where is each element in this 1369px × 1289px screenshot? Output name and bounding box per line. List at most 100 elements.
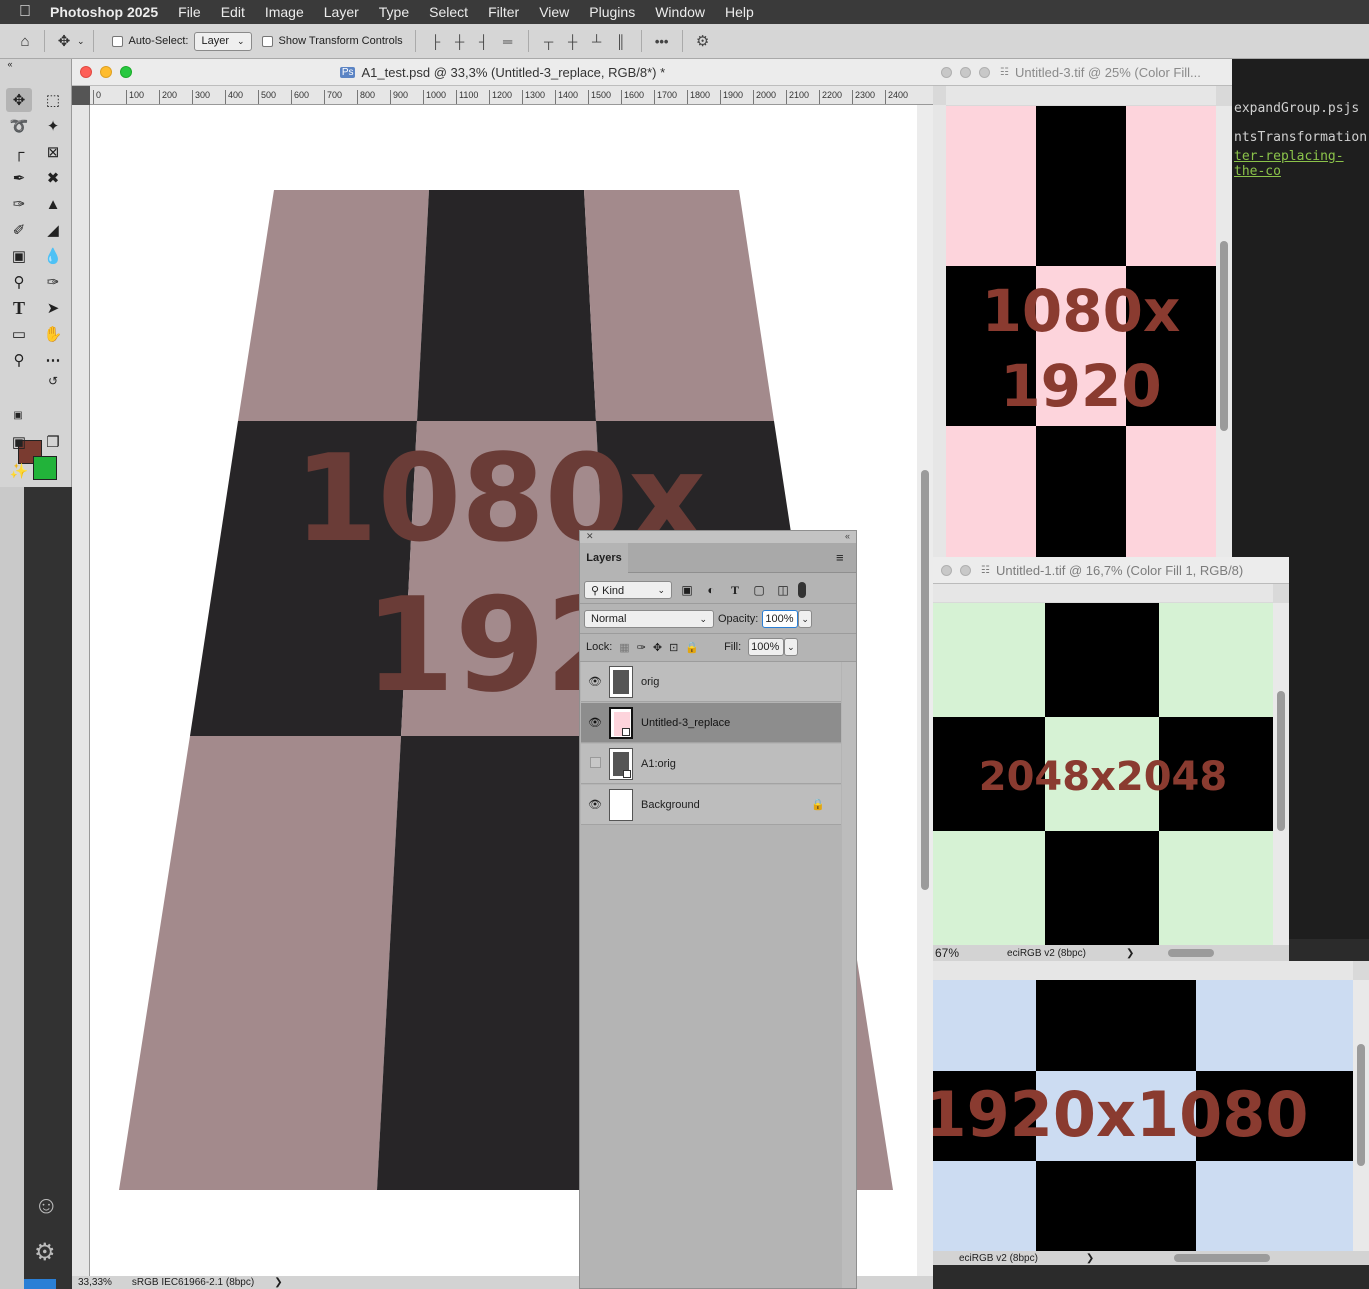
document-canvas[interactable]: 2048x2048 [933, 603, 1273, 945]
menu-app-name[interactable]: Photoshop 2025 [50, 4, 158, 20]
auto-select-dropdown[interactable]: Layer ⌄ [194, 31, 252, 51]
zoom-window-icon[interactable] [120, 66, 132, 78]
swap-colors-icon[interactable]: ↺ [44, 373, 62, 389]
collapse-panel-icon[interactable]: « [845, 531, 850, 543]
chevron-down-icon[interactable]: ⌄ [77, 36, 85, 47]
show-transform-checkbox[interactable] [261, 35, 273, 47]
hand-tool-icon[interactable]: ✋ [40, 322, 66, 346]
horizontal-ruler[interactable]: 0 100 200 300 400 500 600 700 800 900 10… [90, 86, 933, 105]
quick-mask-icon[interactable]: ▣ [6, 430, 32, 454]
chevron-down-icon[interactable]: ⌄ [798, 610, 813, 628]
align-hcenter-icon[interactable]: ┼ [448, 34, 472, 49]
layer-name[interactable]: Background [641, 799, 700, 811]
menu-select[interactable]: Select [429, 4, 468, 20]
close-panel-icon[interactable]: ✕ [586, 531, 594, 543]
close-window-icon[interactable] [80, 66, 92, 78]
horizontal-ruler[interactable] [946, 86, 1216, 105]
lock-position-icon[interactable]: ✥ [653, 641, 662, 654]
dodge-tool-icon[interactable]: ⚲ [6, 270, 32, 294]
zoom-level[interactable]: 33,33% [78, 1277, 112, 1288]
chevron-down-icon[interactable]: ⌄ [784, 638, 799, 656]
lock-all-icon[interactable]: 🔒 [685, 641, 699, 654]
menu-filter[interactable]: Filter [488, 4, 519, 20]
document-title-bar[interactable]: Ps A1_test.psd @ 33,3% (Untitled-3_repla… [72, 59, 933, 86]
auto-select-checkbox[interactable] [111, 35, 123, 47]
stamp-tool-icon[interactable]: ▲ [40, 192, 66, 216]
status-menu-arrow[interactable]: ❯ [1126, 948, 1134, 959]
menu-layer[interactable]: Layer [324, 4, 359, 20]
menu-window[interactable]: Window [655, 4, 705, 20]
filter-adjustment-icon[interactable]: ◐ [702, 583, 720, 597]
zoom-window-icon[interactable] [979, 66, 990, 78]
eye-icon[interactable]: 👁 [581, 798, 609, 811]
tab-layers[interactable]: Layers [580, 543, 628, 573]
layer-row-untitled-3-replace[interactable]: 👁 Untitled-3_replace [581, 703, 841, 743]
blend-mode-dropdown[interactable]: Normal ⌄ [584, 610, 714, 628]
document-title-bar[interactable]: ☷ Untitled-3.tif @ 25% (Color Fill... [933, 59, 1232, 86]
gear-icon[interactable]: ⚙ [691, 32, 715, 50]
apple-icon[interactable]:  [0, 3, 50, 21]
default-colors-icon[interactable]: ▣ [10, 407, 26, 423]
filter-pixel-icon[interactable]: ▣ [678, 583, 696, 597]
zoom-level[interactable]: 67% [935, 946, 959, 960]
align-left-icon[interactable]: ├ [424, 34, 448, 49]
vertical-scrollbar[interactable] [917, 105, 933, 1276]
scrollbar-thumb[interactable] [1357, 1044, 1365, 1166]
healing-brush-tool-icon[interactable]: ✖ [40, 166, 66, 190]
filter-shape-icon[interactable]: ▢ [750, 583, 768, 597]
scrollbar-thumb[interactable] [921, 470, 929, 890]
layer-name[interactable]: orig [641, 676, 659, 688]
layer-name[interactable]: A1:orig [641, 758, 676, 770]
align-top-icon[interactable]: ┬ [537, 34, 561, 49]
horizontal-scrollbar-thumb[interactable] [1174, 1254, 1271, 1262]
magic-wand-tool-icon[interactable]: ✦ [40, 114, 66, 138]
fill-input[interactable]: 100% [748, 638, 785, 656]
more-options-icon[interactable]: ••• [650, 34, 674, 49]
panel-header[interactable]: ✕ « [580, 531, 856, 543]
vertical-scrollbar[interactable] [1216, 106, 1232, 559]
more-tools-icon[interactable]: ⋯ [40, 348, 66, 372]
blur-tool-icon[interactable]: 💧 [40, 244, 66, 268]
layer-list-scrollbar[interactable] [842, 662, 856, 1288]
close-window-icon[interactable] [941, 564, 952, 576]
account-icon[interactable]: ☺ [34, 1192, 59, 1220]
path-selection-tool-icon[interactable]: ➤ [40, 296, 66, 320]
menu-edit[interactable]: Edit [221, 4, 245, 20]
generative-fill-icon[interactable]: ✨ [6, 459, 32, 483]
scrollbar-thumb[interactable] [1277, 691, 1285, 831]
status-menu-arrow[interactable]: ❯ [1086, 1253, 1094, 1264]
align-bottom-icon[interactable]: ┴ [585, 34, 609, 49]
layer-name[interactable]: Untitled-3_replace [641, 717, 730, 729]
distribute-icon[interactable]: ═ [496, 34, 520, 49]
layer-row-orig[interactable]: 👁 orig [581, 662, 841, 702]
crop-tool-icon[interactable]: ┌ [6, 140, 32, 164]
filter-type-icon[interactable]: T [726, 583, 744, 598]
document-canvas[interactable]: 1080x 1920 [946, 106, 1216, 559]
editor-line[interactable]: expandGroup.psjs [1234, 101, 1359, 116]
scrollbar-thumb[interactable] [1220, 241, 1228, 431]
eye-icon[interactable]: 👁 [581, 716, 609, 729]
gradient-tool-icon[interactable]: ▣ [6, 244, 32, 268]
horizontal-scrollbar-thumb[interactable] [1168, 949, 1215, 957]
minimize-window-icon[interactable] [960, 564, 971, 576]
marquee-tool-icon[interactable]: ⬚ [40, 88, 66, 112]
lock-artboard-icon[interactable]: ⊡ [669, 641, 678, 654]
vertical-scrollbar[interactable] [1273, 603, 1289, 945]
horizontal-ruler[interactable] [933, 584, 1273, 602]
align-right-icon[interactable]: ┤ [472, 34, 496, 49]
brush-tool-icon[interactable]: ✑ [6, 192, 32, 216]
gear-icon[interactable]: ⚙ [34, 1238, 56, 1267]
move-tool-icon[interactable]: ✥ [6, 88, 32, 112]
visibility-toggle[interactable] [581, 756, 609, 771]
menu-image[interactable]: Image [265, 4, 304, 20]
menu-plugins[interactable]: Plugins [589, 4, 635, 20]
vertical-ruler[interactable] [933, 105, 946, 559]
screen-mode-icon[interactable]: ❐ [40, 430, 66, 454]
filter-toggle[interactable] [798, 582, 806, 598]
vertical-scrollbar[interactable] [1353, 980, 1369, 1251]
horizontal-ruler[interactable] [933, 961, 1353, 980]
vertical-ruler[interactable] [72, 105, 90, 1289]
lock-image-icon[interactable]: ✑ [637, 641, 646, 654]
filter-kind-dropdown[interactable]: ⚲ Kind ⌄ [584, 581, 672, 599]
menu-view[interactable]: View [539, 4, 569, 20]
